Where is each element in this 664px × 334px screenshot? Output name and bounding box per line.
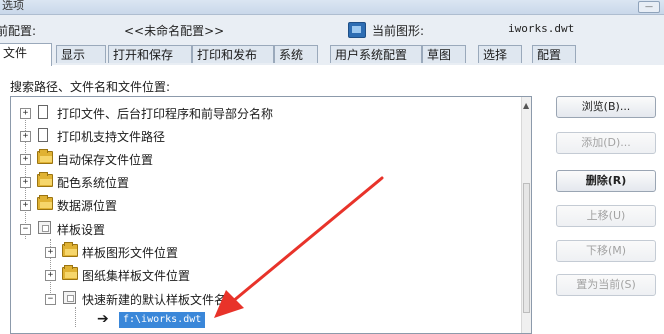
selected-template-path[interactable]: f:\iworks.dwt [119, 312, 206, 328]
window-title: 选项 [2, 0, 24, 12]
expand-icon[interactable]: + [20, 177, 31, 188]
current-drawing-label: 当前图形: [372, 24, 425, 38]
add-button[interactable]: 添加(D)... [556, 132, 656, 154]
profile-row: 前配置: <<未命名配置>> 当前图形: iworks.dwt [0, 18, 664, 40]
template-icon [38, 221, 51, 234]
tab-open-save[interactable]: 打开和保存 [108, 45, 192, 63]
tree-item[interactable]: + 自动保存文件位置 [11, 147, 511, 171]
tab-files[interactable]: 文件 [0, 43, 52, 66]
tree-item-label: 样板图形文件位置 [82, 246, 179, 260]
tab-system[interactable]: 系统 [274, 45, 318, 63]
tab-plot-publish[interactable]: 打印和发布 [192, 45, 274, 63]
scroll-up-arrow-icon[interactable]: ▲ [523, 101, 529, 110]
tree-item[interactable]: + 样板图形文件位置 [11, 240, 511, 264]
tree-item-label: 打印机支持文件路径 [57, 130, 166, 144]
file-locations-tree[interactable]: + 打印文件、后台打印程序和前导部分名称 + 打印机支持文件路径 + 自动保存文… [10, 96, 532, 334]
tree-item-label: 快速新建的默认样板文件名 [82, 293, 227, 307]
set-current-button[interactable]: 置为当前(S) [556, 274, 656, 296]
move-down-button[interactable]: 下移(M) [556, 240, 656, 262]
tab-drafting[interactable]: 草图 [422, 45, 466, 63]
window-control-button[interactable]: — [638, 1, 660, 13]
template-icon [63, 291, 76, 304]
expand-icon[interactable]: + [20, 200, 31, 211]
tab-selection[interactable]: 选择 [478, 45, 522, 63]
move-up-button[interactable]: 上移(U) [556, 205, 656, 227]
folder-icon [37, 172, 53, 187]
tree-item[interactable]: + 图纸集样板文件位置 [11, 263, 511, 287]
profile-label: 前配置: [0, 24, 37, 38]
tree-scrollbar[interactable]: ▲ [521, 97, 531, 333]
tree-item-label: 自动保存文件位置 [57, 153, 154, 167]
document-icon [38, 105, 48, 119]
folder-icon [37, 195, 53, 210]
drawing-icon [348, 22, 366, 38]
scrollbar-thumb[interactable] [523, 183, 530, 313]
tree-item[interactable]: + 数据源位置 [11, 193, 511, 217]
arrow-right-icon: ➔ [97, 311, 109, 327]
search-paths-label: 搜索路径、文件名和文件位置: [10, 80, 171, 94]
tree-item-label: 打印文件、后台打印程序和前导部分名称 [57, 107, 274, 121]
tree-item[interactable]: + 配色系统位置 [11, 170, 511, 194]
folder-icon [62, 265, 78, 280]
folder-icon [62, 242, 78, 257]
tree-item-label: 样板设置 [57, 223, 106, 237]
tree-item-label: 图纸集样板文件位置 [82, 269, 191, 283]
tree-item[interactable]: + 打印文件、后台打印程序和前导部分名称 [11, 101, 511, 125]
browse-button[interactable]: 浏览(B)... [556, 96, 656, 118]
folder-icon [37, 149, 53, 164]
expand-icon[interactable]: + [45, 270, 56, 281]
collapse-icon[interactable]: − [45, 294, 56, 305]
collapse-icon[interactable]: − [20, 224, 31, 235]
tree-item[interactable]: − 样板设置 [11, 217, 511, 241]
tree-item-label: 配色系统位置 [57, 176, 130, 190]
tab-profiles[interactable]: 配置 [532, 45, 576, 63]
tab-display[interactable]: 显示 [56, 45, 106, 63]
tree-item-label: 数据源位置 [57, 199, 118, 213]
expand-icon[interactable]: + [45, 247, 56, 258]
expand-icon[interactable]: + [20, 154, 31, 165]
document-icon [38, 128, 48, 142]
current-drawing-file: iworks.dwt [508, 22, 575, 35]
remove-button[interactable]: 删除(R) [556, 170, 656, 192]
tree-item-selected[interactable]: ➔ f:\iworks.dwt [11, 309, 511, 333]
title-bar: 选项 — [0, 0, 664, 15]
tree-item[interactable]: − 快速新建的默认样板文件名 [11, 287, 511, 311]
tab-strip: 文件 显示 打开和保存 打印和发布 系统 用户系统配置 草图 选择 配置 [0, 43, 664, 66]
expand-icon[interactable]: + [20, 108, 31, 119]
expand-icon[interactable]: + [20, 131, 31, 142]
tree-item[interactable]: + 打印机支持文件路径 [11, 124, 511, 148]
tab-user-preferences[interactable]: 用户系统配置 [330, 45, 422, 63]
profile-name: <<未命名配置>> [124, 24, 225, 38]
